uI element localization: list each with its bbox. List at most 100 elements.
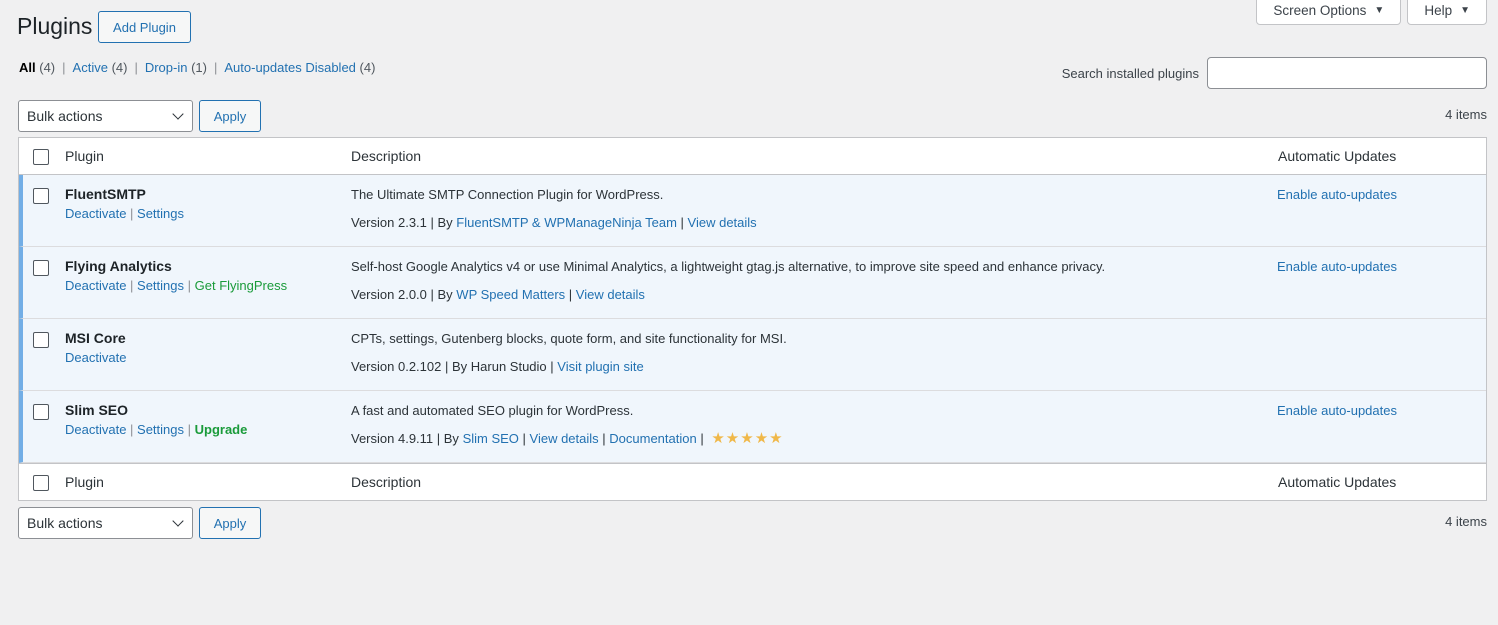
filter-all[interactable]: All (4) (19, 60, 55, 75)
visit-plugin-site-link[interactable]: Visit plugin site (557, 359, 643, 374)
star-icon: ★ (740, 430, 754, 447)
table-row: Slim SEO Deactivate | Settings | Upgrade… (19, 391, 1486, 463)
row-actions: Deactivate | Settings | Upgrade (65, 422, 248, 437)
apply-button[interactable]: Apply (199, 100, 261, 132)
help-label: Help (1424, 3, 1453, 18)
view-details-link[interactable]: View details (576, 287, 645, 302)
filter-active[interactable]: Active (4) (73, 60, 128, 75)
plugin-name: Slim SEO (65, 402, 129, 418)
plugin-version-line: Version 2.0.0 | By WP Speed Matters | Vi… (351, 287, 645, 302)
tablenav-bottom: Bulk actions Apply (18, 507, 261, 539)
table-footer: Plugin Description Automatic Updates (19, 463, 1486, 500)
plugin-name: FluentSMTP (65, 186, 146, 202)
plugin-description: A fast and automated SEO plugin for Word… (351, 403, 634, 418)
add-plugin-button[interactable]: Add Plugin (98, 11, 191, 43)
plugin-description: The Ultimate SMTP Connection Plugin for … (351, 187, 664, 202)
search-label: Search installed plugins (1061, 66, 1199, 81)
plugin-description: CPTs, settings, Gutenberg blocks, quote … (351, 331, 787, 346)
table-row: FluentSMTP Deactivate | Settings The Ult… (19, 175, 1486, 247)
plugin-author: Harun Studio (470, 359, 547, 374)
filter-separator: | (213, 60, 218, 75)
filter-separator: | (134, 60, 138, 75)
filter-dropin-count: (1) (191, 60, 207, 75)
filter-auto-updates-disabled-label[interactable]: Auto-updates Disabled (224, 60, 356, 75)
plugin-version: Version 4.9.11 (351, 431, 434, 446)
plugin-version: Version 0.2.102 (351, 359, 442, 374)
enable-auto-updates-link[interactable]: Enable auto-updates (1277, 259, 1397, 274)
plugin-version-line: Version 2.3.1 | By FluentSMTP & WPManage… (351, 215, 757, 230)
author-link[interactable]: FluentSMTP & WPManageNinja Team (456, 215, 677, 230)
plugin-name: MSI Core (65, 330, 126, 346)
search-plugins-input[interactable] (1207, 57, 1487, 89)
page-title: Plugins (17, 13, 93, 39)
plugin-status-filters: All (4) | Active (4) | Drop-in (1) | Aut… (19, 60, 375, 75)
plugin-version-line: Version 4.9.11 | By Slim SEO | View deta… (351, 430, 783, 447)
help-button[interactable]: Help ▼ (1407, 0, 1487, 25)
get-flyingpress-link[interactable]: Get FlyingPress (195, 278, 287, 293)
settings-link[interactable]: Settings (137, 278, 184, 293)
deactivate-link[interactable]: Deactivate (65, 206, 126, 221)
row-checkbox[interactable] (33, 332, 49, 348)
filter-active-label[interactable]: Active (73, 60, 108, 75)
settings-link[interactable]: Settings (137, 422, 184, 437)
tablenav-top: Bulk actions Apply (18, 100, 261, 132)
row-checkbox[interactable] (33, 188, 49, 204)
star-icon: ★ (754, 430, 769, 447)
row-actions: Deactivate | Settings (65, 206, 185, 221)
bulk-actions-label: Bulk actions (27, 108, 103, 124)
filter-separator: | (62, 60, 66, 75)
filter-all-count: (4) (39, 60, 56, 75)
filter-dropin[interactable]: Drop-in (1) (145, 60, 207, 75)
filter-auto-updates-disabled[interactable]: Auto-updates Disabled (4) (224, 60, 375, 75)
screen-options-button[interactable]: Screen Options ▼ (1256, 0, 1402, 25)
select-all-checkbox[interactable] (33, 475, 49, 491)
enable-auto-updates-link[interactable]: Enable auto-updates (1277, 187, 1397, 202)
plugins-table: Plugin Description Automatic Updates Flu… (18, 137, 1487, 501)
chevron-down-icon (172, 515, 184, 527)
by-label: By (451, 359, 468, 374)
filter-dropin-label[interactable]: Drop-in (145, 60, 188, 75)
column-header-plugin[interactable]: Plugin (65, 148, 104, 164)
apply-button[interactable]: Apply (199, 507, 261, 539)
items-count: 4 items (1445, 107, 1487, 122)
deactivate-link[interactable]: Deactivate (65, 278, 126, 293)
enable-auto-updates-link[interactable]: Enable auto-updates (1277, 403, 1397, 418)
documentation-link[interactable]: Documentation (609, 431, 696, 446)
bulk-actions-select[interactable]: Bulk actions (18, 100, 193, 132)
settings-link[interactable]: Settings (137, 206, 184, 221)
plugin-description: Self-host Google Analytics v4 or use Min… (351, 259, 1106, 274)
upgrade-link[interactable]: Upgrade (195, 422, 248, 437)
star-icon: ★ (725, 430, 740, 447)
by-label: By (443, 431, 459, 446)
view-details-link[interactable]: View details (530, 431, 599, 446)
view-details-link[interactable]: View details (688, 215, 757, 230)
column-footer-plugin[interactable]: Plugin (65, 474, 104, 490)
star-icon: ★ (769, 430, 783, 447)
caret-down-icon: ▼ (1374, 5, 1385, 16)
column-footer-auto-updates: Automatic Updates (1278, 474, 1397, 490)
table-row: Flying Analytics Deactivate | Settings |… (19, 247, 1486, 319)
column-header-auto-updates: Automatic Updates (1278, 148, 1397, 164)
caret-down-icon: ▼ (1460, 5, 1470, 16)
deactivate-link[interactable]: Deactivate (65, 422, 126, 437)
items-count: 4 items (1445, 514, 1487, 529)
bulk-actions-label: Bulk actions (27, 515, 103, 531)
row-checkbox[interactable] (33, 260, 49, 276)
plugin-name: Flying Analytics (65, 258, 172, 274)
rating-stars[interactable]: ★ ★ ★ ★ ★ (711, 431, 782, 446)
author-link[interactable]: WP Speed Matters (456, 287, 565, 302)
plugin-version: Version 2.0.0 (351, 287, 427, 302)
plugin-version-line: Version 0.2.102 | By Harun Studio | Visi… (351, 359, 644, 374)
screen-meta-links: Screen Options ▼ Help ▼ (1256, 0, 1487, 25)
table-row: MSI Core Deactivate CPTs, settings, Gute… (19, 319, 1486, 391)
bulk-actions-select[interactable]: Bulk actions (18, 507, 193, 539)
deactivate-link[interactable]: Deactivate (65, 350, 126, 365)
by-label: By (437, 215, 453, 230)
select-all-checkbox[interactable] (33, 149, 49, 165)
author-link[interactable]: Slim SEO (463, 431, 519, 446)
table-header: Plugin Description Automatic Updates (19, 138, 1486, 175)
filter-auto-updates-disabled-count: (4) (359, 60, 376, 75)
row-checkbox[interactable] (33, 404, 49, 420)
filter-all-label: All (19, 60, 36, 75)
filter-active-count: (4) (111, 60, 128, 75)
